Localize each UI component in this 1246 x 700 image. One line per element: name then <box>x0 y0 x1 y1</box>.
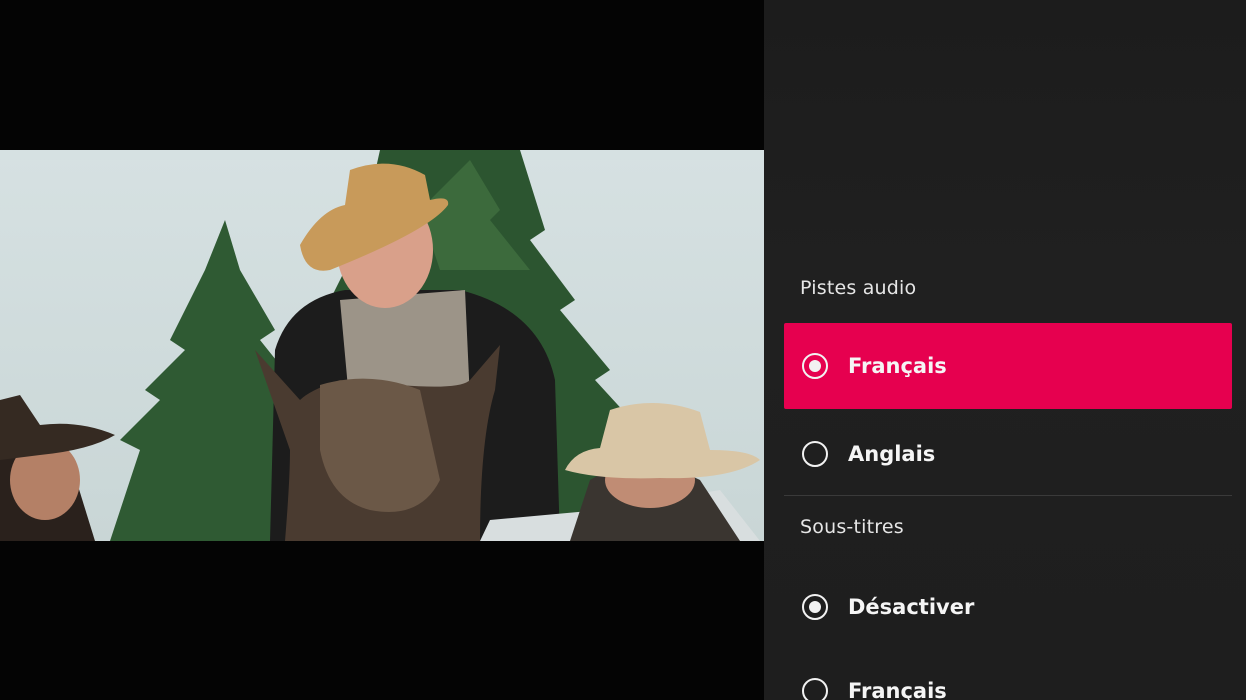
radio-unselected-icon <box>802 678 828 700</box>
audio-tracks-title: Pistes audio <box>800 277 917 299</box>
video-frame[interactable] <box>0 150 764 541</box>
subtitles-title: Sous-titres <box>800 516 904 538</box>
audio-option-anglais[interactable]: Anglais <box>784 411 1232 497</box>
radio-selected-icon <box>802 594 828 620</box>
audio-subtitles-panel: Pistes audio Français Anglais Sous-titre… <box>764 0 1246 700</box>
audio-option-label: Anglais <box>848 442 936 466</box>
subtitle-option-label: Désactiver <box>848 595 975 619</box>
section-divider <box>784 495 1232 496</box>
video-scene-image <box>0 150 764 541</box>
subtitle-option-francais[interactable]: Français <box>784 648 1232 700</box>
radio-selected-icon <box>802 353 828 379</box>
player-screen: Pistes audio Français Anglais Sous-titre… <box>0 0 1246 700</box>
audio-option-label: Français <box>848 354 947 378</box>
video-player[interactable] <box>0 0 764 700</box>
subtitle-option-label: Français <box>848 679 947 700</box>
audio-option-francais[interactable]: Français <box>784 323 1232 409</box>
subtitle-option-desactiver[interactable]: Désactiver <box>784 564 1232 650</box>
radio-unselected-icon <box>802 441 828 467</box>
